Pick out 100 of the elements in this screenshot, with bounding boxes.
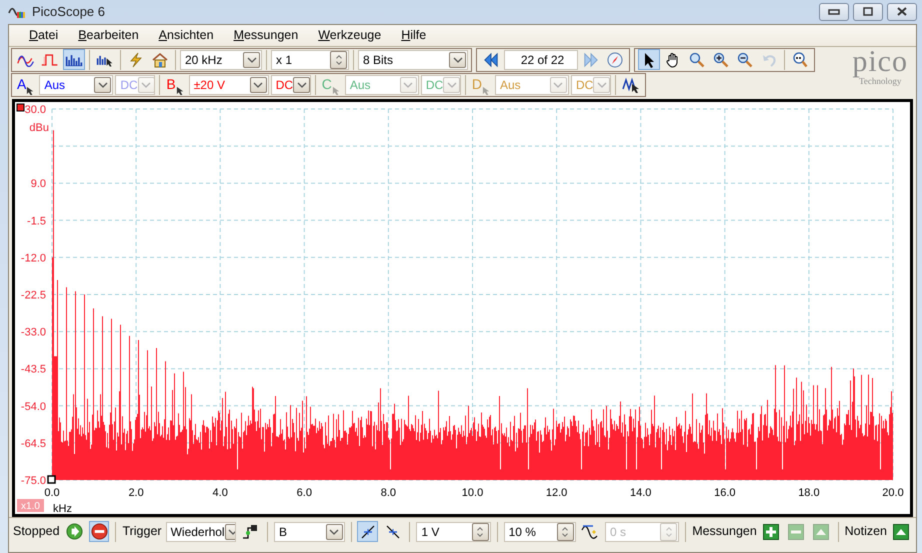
- x-axis-label: 6.0: [296, 487, 312, 499]
- menu-item[interactable]: Messungen: [224, 26, 308, 45]
- y-axis-label: -22.5: [20, 290, 46, 302]
- timebase-dropdown[interactable]: 20 kHz: [180, 50, 262, 70]
- notes-button[interactable]: [891, 521, 912, 542]
- x-axis-label: 12.0: [546, 487, 568, 499]
- y-axis-label: -12.0: [20, 252, 46, 264]
- channel-marker: [16, 104, 24, 112]
- double-arrow-right-icon: [583, 52, 599, 68]
- wave-cursor-icon: [622, 76, 640, 92]
- x-axis-label: 0.0: [44, 487, 60, 499]
- caret-icon: [596, 82, 607, 88]
- maximize-icon: [862, 7, 874, 17]
- pointer-tool-button[interactable]: [638, 49, 660, 70]
- menu-item[interactable]: Datei: [19, 26, 68, 45]
- x-axis-unit: kHz: [53, 503, 72, 514]
- range-dropdown[interactable]: ±20 V: [188, 74, 269, 94]
- stop-button[interactable]: [88, 521, 110, 542]
- bar-chart-icon: [65, 52, 83, 66]
- cursor-icon: [332, 86, 341, 94]
- trigger-mode-dropdown[interactable]: Wiederhol: [166, 522, 236, 542]
- caret-icon: [452, 56, 462, 62]
- y-axis-unit: dBu: [29, 122, 49, 134]
- window-title: PicoScope 6: [32, 3, 105, 22]
- rising-edge-icon: [360, 524, 376, 540]
- app-icon: [8, 5, 26, 19]
- caret-icon: [403, 82, 414, 88]
- spinner-arrows-icon: [475, 524, 486, 538]
- compass-icon: [607, 52, 623, 68]
- zoom-out-icon: [737, 52, 753, 68]
- resolution-dropdown[interactable]: 8 Bits: [358, 50, 468, 70]
- menu-item[interactable]: Hilfe: [391, 26, 436, 45]
- spectrum-view-button[interactable]: [63, 49, 85, 70]
- menu-item[interactable]: Ansichten: [148, 26, 224, 45]
- minus-icon: [788, 524, 804, 540]
- menu-item[interactable]: Werkzeuge: [308, 26, 392, 45]
- y-axis-label: -75.0: [20, 475, 46, 487]
- caret-icon: [553, 82, 564, 88]
- caret-icon: [253, 82, 264, 88]
- y-axis-label: -1.5: [27, 215, 46, 228]
- pretrigger-spinbox[interactable]: 10 %: [504, 522, 576, 542]
- y-axis-label: 30.0: [24, 104, 46, 116]
- x-axis-label: 16.0: [714, 487, 736, 499]
- add-measurement-button[interactable]: [760, 521, 782, 542]
- play-icon: [66, 523, 83, 540]
- lightning-icon: [128, 52, 144, 68]
- buffer-field[interactable]: 22 of 22: [504, 50, 578, 70]
- y-axis-label: -33.0: [20, 326, 46, 339]
- x-axis-label: 2.0: [128, 487, 144, 499]
- house-icon: [152, 52, 168, 68]
- minimize-button[interactable]: [819, 3, 849, 21]
- double-arrow-left-icon: [483, 52, 499, 68]
- close-button[interactable]: [887, 3, 917, 21]
- caret-icon: [329, 528, 340, 534]
- x-axis-label: 14.0: [630, 487, 652, 499]
- y-axis-label: -43.5: [20, 364, 46, 376]
- cursor-icon: [176, 86, 185, 94]
- channel-button[interactable]: A: [15, 74, 38, 94]
- plus-icon: [763, 524, 780, 540]
- x-axis-label: 20.0: [882, 487, 904, 499]
- trigger-edge-icon: [242, 524, 260, 540]
- x-axis-label: 10.0: [462, 487, 484, 499]
- y-axis-label: -54.0: [20, 400, 46, 413]
- cursor-icon: [482, 86, 491, 94]
- zoom-badge: x1.0: [17, 499, 44, 512]
- magnifier-icon: [792, 52, 808, 68]
- close-icon: [896, 7, 908, 17]
- rising-edge-button[interactable]: [357, 521, 378, 542]
- zoom-in-icon: [713, 52, 729, 68]
- falling-edge-icon: [384, 524, 401, 540]
- start-button[interactable]: [64, 521, 85, 542]
- menu-item[interactable]: Bearbeiten: [68, 26, 149, 45]
- origin-marker: [47, 475, 56, 484]
- status-text: Stopped: [13, 523, 60, 540]
- multiplier-spinbox[interactable]: x 1: [271, 50, 349, 70]
- notes-label: Notizen: [844, 523, 888, 540]
- y-axis-label: -64.5: [20, 438, 46, 450]
- logo-text: pico: [852, 47, 908, 77]
- x-axis-label: 18.0: [798, 487, 820, 499]
- x-axis-label: 4.0: [212, 487, 228, 499]
- threshold-spinbox[interactable]: 1 V: [416, 522, 491, 542]
- range-dropdown[interactable]: Aus: [39, 74, 114, 94]
- coupling-dropdown[interactable]: DC: [270, 74, 311, 94]
- trigger-source-dropdown[interactable]: B: [274, 522, 345, 542]
- spinner-arrows-icon: [334, 52, 344, 66]
- measurements-label: Messungen: [692, 523, 757, 540]
- caret-icon: [141, 82, 152, 88]
- y-axis-label: 9.0: [30, 178, 46, 190]
- minimize-icon: [828, 9, 840, 15]
- stop-icon: [90, 523, 108, 540]
- wave-arrow-icon: [581, 524, 600, 540]
- waveform-icon: [17, 52, 35, 66]
- caret-icon: [228, 528, 236, 534]
- caret-icon: [446, 82, 457, 88]
- spinner-arrows-icon: [664, 524, 674, 538]
- magnifier-icon: [689, 52, 705, 68]
- caret-icon: [296, 82, 307, 88]
- maximize-button[interactable]: [853, 3, 883, 21]
- caret-icon: [246, 56, 256, 62]
- caret-icon: [98, 82, 108, 88]
